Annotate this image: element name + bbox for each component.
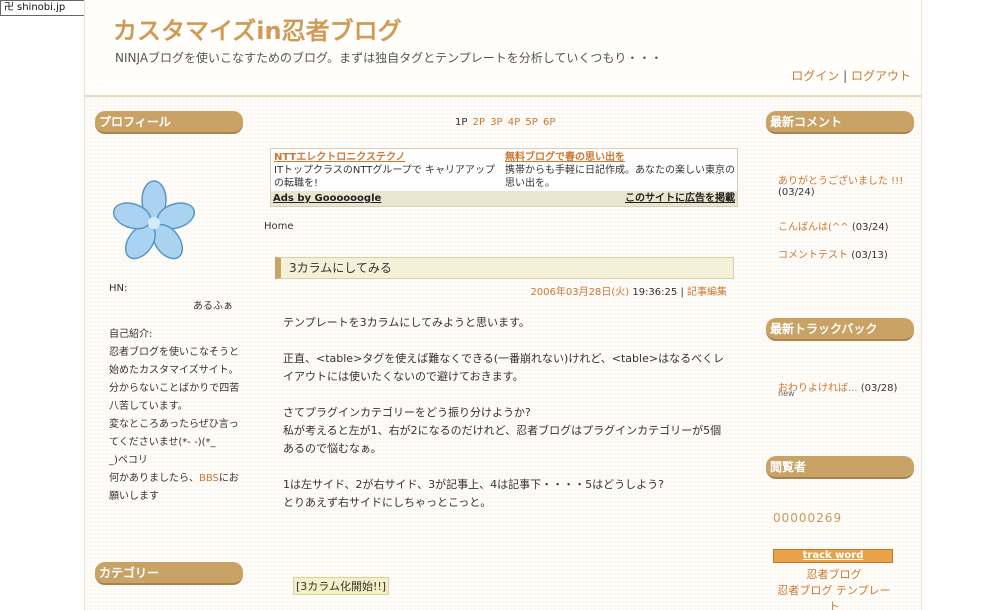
track-word-button[interactable]: track word	[773, 549, 893, 563]
page-current: 1P	[455, 117, 468, 128]
site-title[interactable]: カスタマイズin忍者ブログ	[113, 11, 402, 46]
comment-date: (03/24)	[851, 222, 889, 233]
hn-label: HN:	[109, 283, 128, 294]
entry-paragraph: さてプラグインカテゴリーをどう振り分けようか? 私が考えると左が1、右が2になる…	[283, 406, 722, 455]
comment-link[interactable]: こんばんは(^^	[778, 222, 849, 233]
intro-line-text: 何かありましたら、	[109, 473, 199, 484]
track-word-item[interactable]: 忍者ブログ	[775, 567, 893, 583]
entry-meta: 2006年03月28日(火) 19:36:25 | 記事編集	[530, 283, 727, 298]
intro-line: 忍者ブログを使いこなそうと	[109, 347, 239, 358]
comment-item: こんばんは(^^ (03/24)	[778, 218, 888, 233]
visitor-counter: 00000269	[773, 511, 843, 525]
comment-link[interactable]: ありがとうございました !!!	[778, 176, 903, 187]
hn-value: あるふぁ	[193, 301, 233, 312]
intro-label: 自己紹介:	[109, 329, 153, 340]
intro-line: 始めたカスタマイズサイト。	[109, 365, 239, 376]
comment-item: コメントテスト (03/13)	[778, 246, 888, 261]
intro-line-suffix: にお	[218, 473, 239, 484]
site-description: NINJAブログを使いこなすためのブログ。まずは独自タグとテンプレートを分析して…	[115, 51, 663, 65]
intro-line: 願いします	[109, 491, 159, 502]
profile-heading: プロフィール	[95, 111, 243, 134]
page-link[interactable]: 5P	[525, 117, 537, 128]
entry-title[interactable]: 3カラムにしてみる	[275, 257, 734, 279]
ad-box: NTTエレクトロニクステクノ ITトップクラスのNTTグループで キャリアアップ…	[270, 148, 738, 207]
logout-link[interactable]: ログアウト	[851, 69, 911, 83]
pager: 1P 2P 3P 4P 5P 6P	[453, 117, 555, 128]
entry-tag[interactable]: [3カラム化開始!!]	[293, 577, 390, 595]
comment-date: (03/24)	[778, 187, 815, 198]
shinobi-badge[interactable]: 卍 shinobi.jp	[0, 0, 86, 16]
page-link[interactable]: 4P	[508, 117, 520, 128]
visitors-heading: 閲覧者	[766, 456, 914, 479]
auth-links: ログイン | ログアウト	[791, 67, 911, 84]
shinobi-label: shinobi.jp	[17, 2, 66, 13]
page-link[interactable]: 3P	[490, 117, 502, 128]
intro-text: 忍者ブログを使いこなそうと 始めたカスタマイズサイト。 分からないことばかりで四…	[109, 344, 239, 506]
intro-line: 分からないことばかりで四苦	[109, 383, 240, 394]
breadcrumb-home[interactable]: Home	[264, 221, 294, 232]
ad-left[interactable]: NTTエレクトロニクステクノ ITトップクラスのNTTグループで キャリアアップ…	[274, 151, 504, 190]
entry-date: 2006年03月28日(火)	[530, 287, 630, 298]
ad-left-text: ITトップクラスのNTTグループで キャリアアップの転職を!	[274, 165, 495, 189]
track-word-item[interactable]: 忍者ブログ テンプレー	[775, 583, 893, 599]
ads-by-link[interactable]: Ads by Goooooogle	[273, 191, 381, 206]
edit-entry-link[interactable]: 記事編集	[687, 287, 727, 298]
new-badge: new	[778, 389, 795, 398]
recent-comments-heading: 最新コメント	[766, 111, 914, 134]
ad-left-title[interactable]: NTTエレクトロニクステクノ	[274, 151, 504, 164]
bbs-link[interactable]: BBS	[199, 473, 219, 484]
trackback-item: おわりよければ... (03/28) new	[778, 379, 897, 405]
login-link[interactable]: ログイン	[791, 69, 839, 83]
site-header: カスタマイズin忍者ブログ NINJAブログを使いこなすためのブログ。まずは独自…	[85, 0, 921, 97]
ad-footer: Ads by Goooooogle このサイトに広告を掲載	[271, 191, 737, 206]
trackback-date: (03/28)	[860, 383, 898, 394]
comment-date: (03/13)	[851, 250, 888, 261]
entry-paragraph: 1は左サイド、2が右サイド、3が記事上、4は記事下・・・・5はどうしよう? とり…	[283, 478, 664, 509]
entry-paragraph: 正直、<table>タグを使えば難なくできる(一番崩れない)けれど、<table…	[283, 352, 725, 383]
page-link[interactable]: 2P	[473, 117, 485, 128]
shinobi-logo-icon: 卍	[4, 2, 14, 13]
entry-time: 19:36:25	[632, 287, 678, 298]
entry-paragraph: テンプレートを3カラムにしてみようと思います。	[283, 316, 530, 329]
advertise-link[interactable]: このサイトに広告を掲載	[625, 191, 735, 206]
entry-body: テンプレートを3カラムにしてみようと思います。 正直、<table>タグを使えば…	[283, 314, 728, 530]
intro-line: 変なところあったらぜひ言っ	[109, 419, 239, 430]
category-heading: カテゴリー	[95, 562, 243, 585]
comment-item: ありがとうございました !!! (03/24)	[778, 172, 903, 198]
comment-link[interactable]: コメントテスト	[778, 250, 848, 261]
intro-line: _)ペコリ	[109, 455, 148, 466]
intro-line: 八苦しています。	[109, 401, 188, 412]
page: カスタマイズin忍者ブログ NINJAブログを使いこなすためのブログ。まずは独自…	[84, 0, 922, 610]
intro-line: 何かありましたら、BBSにお	[109, 470, 239, 488]
auth-separator: |	[843, 69, 848, 83]
track-word-item[interactable]: ト	[775, 599, 893, 610]
ad-right-title[interactable]: 無料ブログで春の思い出を	[505, 151, 735, 164]
entry-meta-separator: |	[680, 287, 684, 298]
recent-trackback-heading: 最新トラックバック	[766, 318, 914, 341]
ad-right[interactable]: 無料ブログで春の思い出を 携帯からも手軽に日記作成。あなたの楽しい東京の思い出を…	[505, 151, 735, 190]
sakura-avatar	[112, 180, 196, 260]
ad-right-text: 携帯からも手軽に日記作成。あなたの楽しい東京の思い出を。	[505, 165, 735, 189]
page-link[interactable]: 6P	[543, 117, 555, 128]
track-word-list: 忍者ブログ 忍者ブログ テンプレー ト	[775, 567, 893, 610]
intro-line: てくださいませ(*- -)(*_	[109, 437, 216, 448]
